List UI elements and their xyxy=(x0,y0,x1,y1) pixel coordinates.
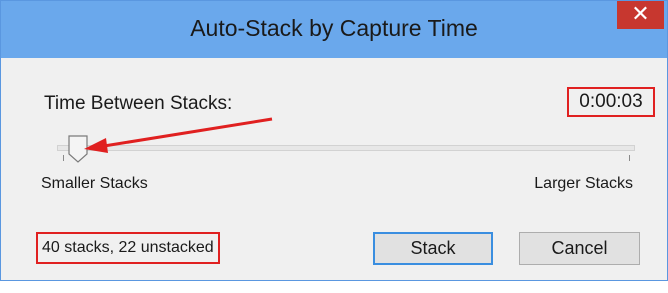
dialog-title: Auto-Stack by Capture Time xyxy=(190,15,478,41)
stack-time-slider-track[interactable] xyxy=(57,145,635,151)
title-bar: Auto-Stack by Capture Time ✕ xyxy=(1,1,667,58)
cancel-button[interactable]: Cancel xyxy=(519,232,640,265)
slider-max-label: Larger Stacks xyxy=(534,175,633,192)
auto-stack-dialog: Auto-Stack by Capture Time ✕ Time Betwee… xyxy=(0,0,668,281)
time-value-readout: 0:00:03 xyxy=(567,87,655,117)
stack-status-text: 40 stacks, 22 unstacked xyxy=(36,232,220,264)
slider-tick-max xyxy=(629,155,630,161)
slider-min-label: Smaller Stacks xyxy=(41,175,148,192)
slider-tick-min xyxy=(63,155,64,161)
stack-button[interactable]: Stack xyxy=(373,232,493,265)
close-button[interactable]: ✕ xyxy=(617,1,664,29)
close-icon: ✕ xyxy=(631,2,650,27)
stack-time-slider-thumb[interactable] xyxy=(67,135,89,163)
time-between-stacks-label: Time Between Stacks: xyxy=(44,93,233,114)
